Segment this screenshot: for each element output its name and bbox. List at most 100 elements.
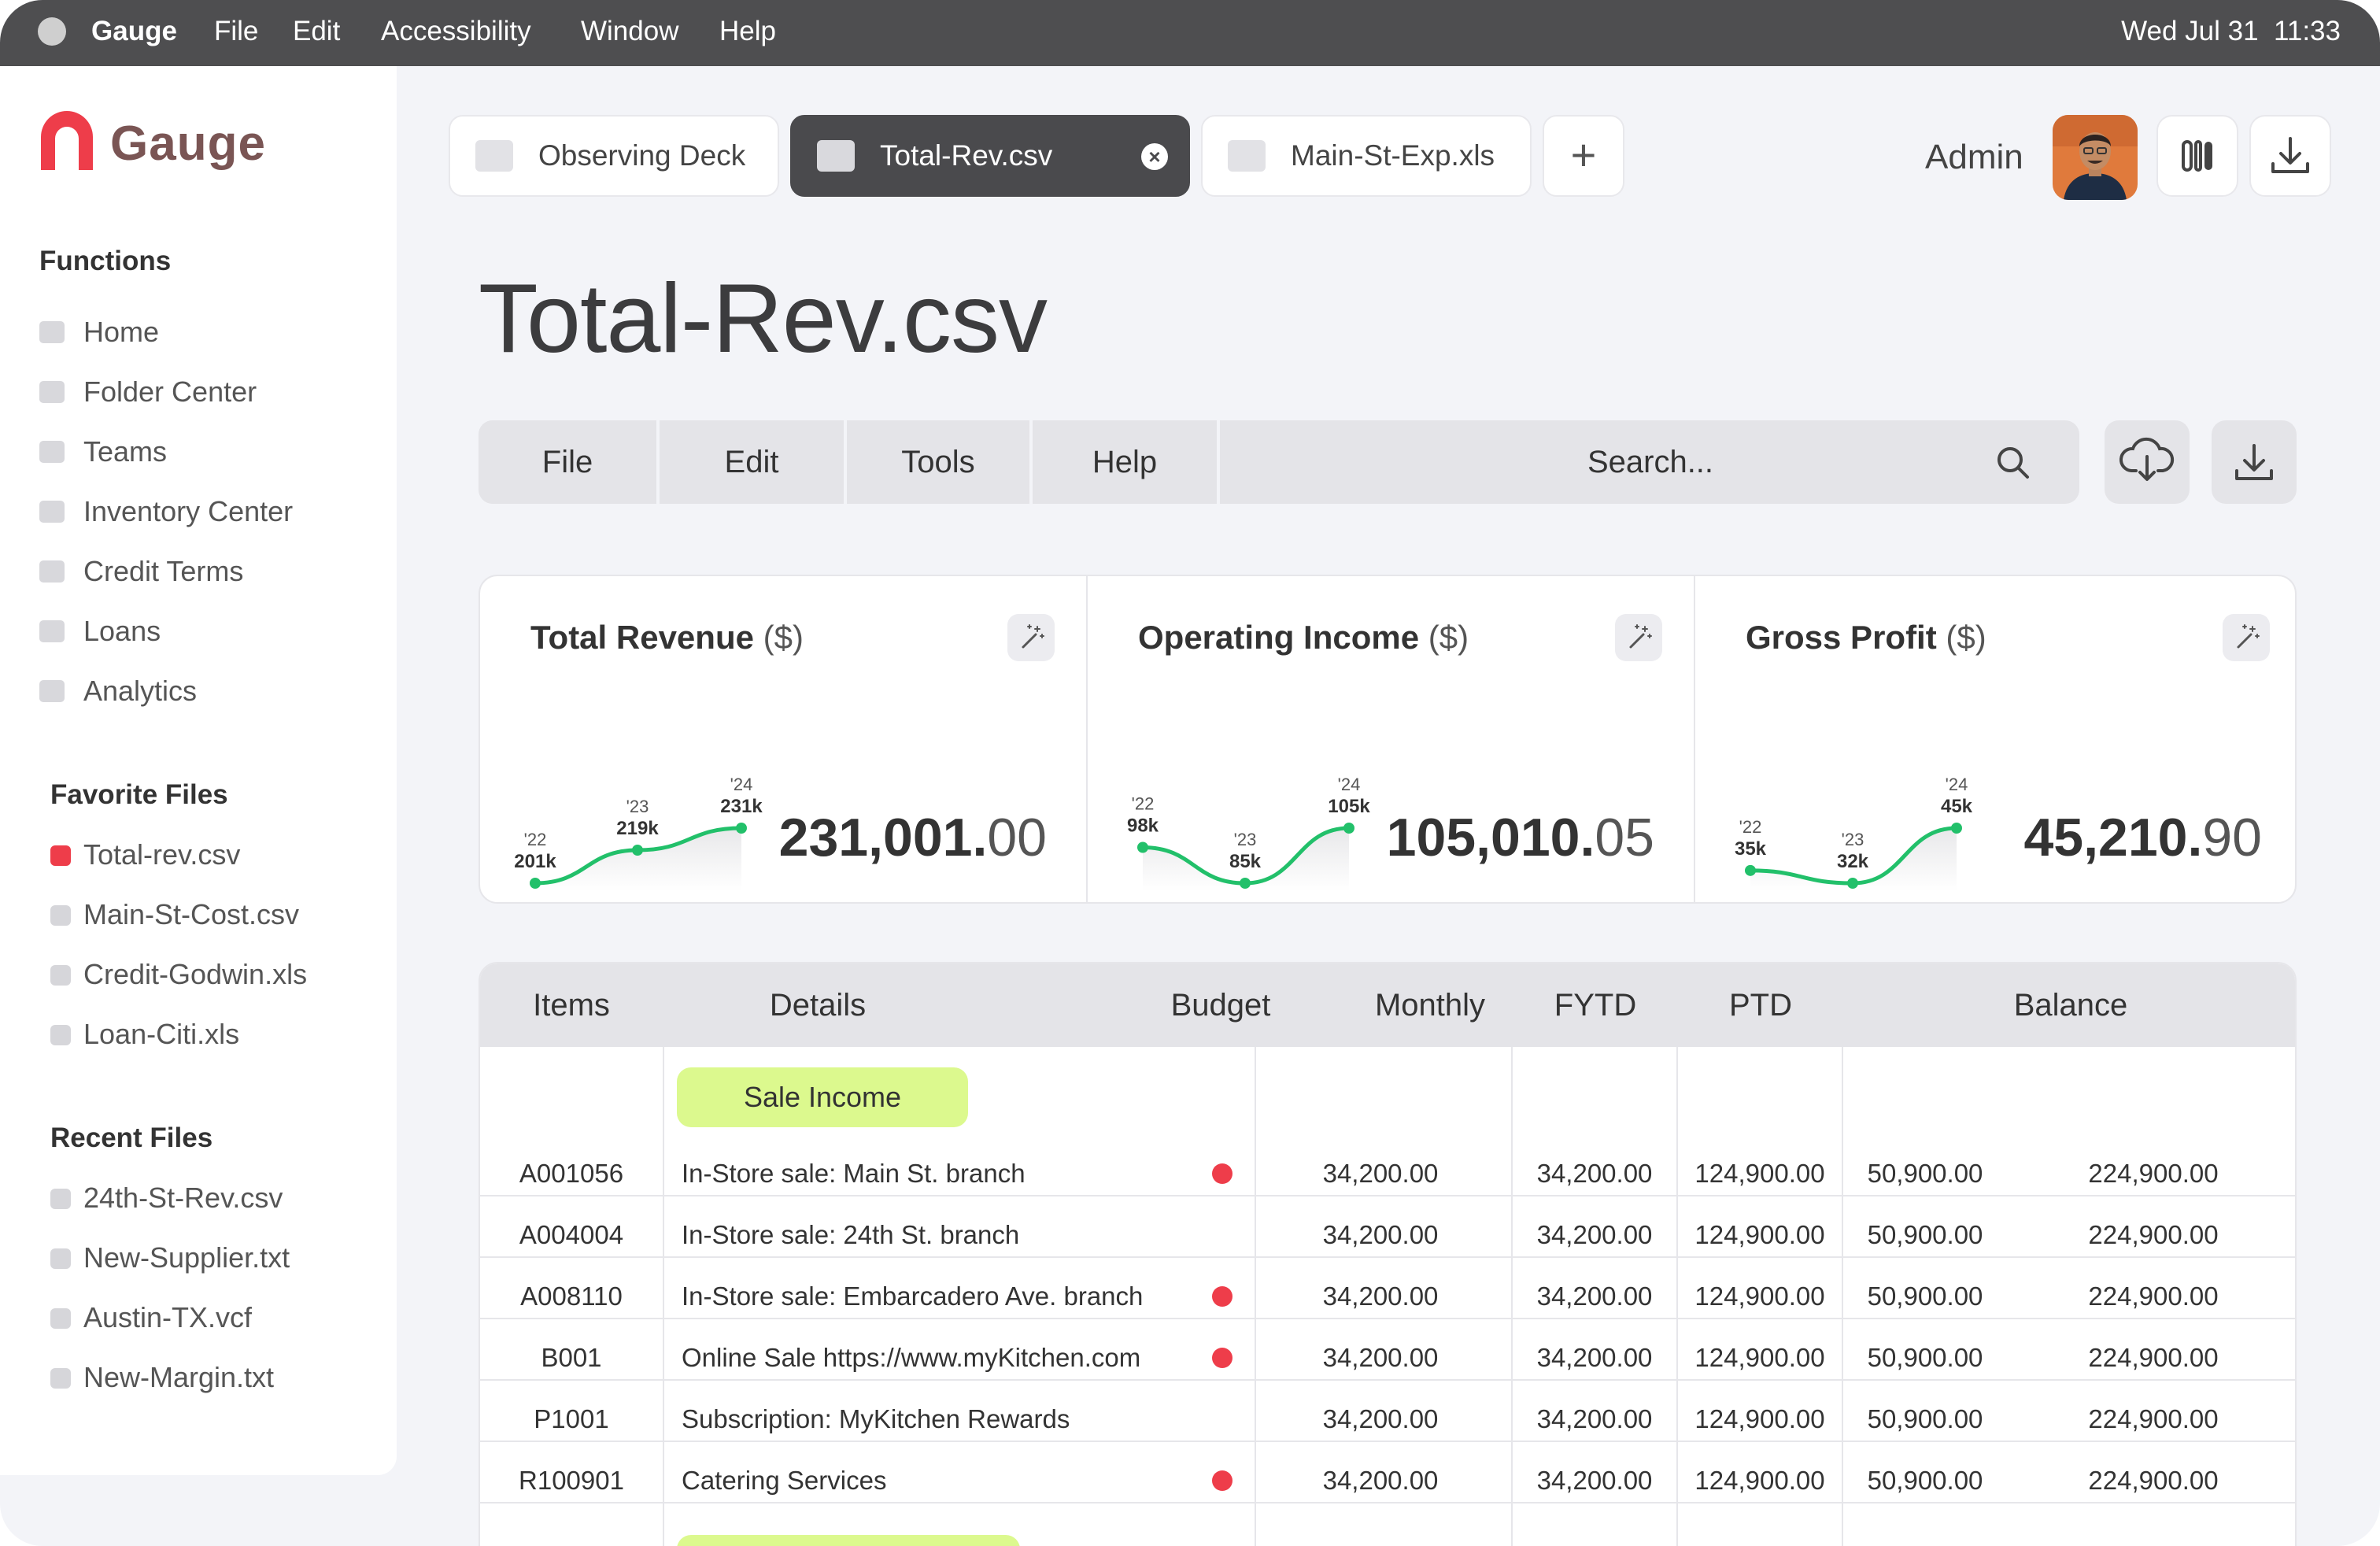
download-button[interactable] <box>2249 115 2331 197</box>
apple-menu-icon[interactable] <box>38 17 66 46</box>
card-title: Gross Profit ($) <box>1746 619 1986 656</box>
add-tab-button[interactable]: + <box>1543 115 1624 197</box>
group-tag[interactable] <box>677 1535 1020 1546</box>
file-label: Austin-TX.vcf <box>83 1301 253 1333</box>
file-label: Main-St-Cost.csv <box>83 898 300 930</box>
table-header: Items Details Budget Monthly FYTD PTD Ba… <box>480 963 2295 1047</box>
menu-clock[interactable]: Wed Jul 31 11:33 <box>2121 14 2341 49</box>
column-header-ptd[interactable]: PTD <box>1678 963 1843 1047</box>
card-value-dec: 00 <box>987 808 1047 867</box>
card-value-int: 105,010. <box>1386 808 1595 867</box>
row-divider <box>480 1318 2295 1319</box>
cell-balance: 224,900.00 <box>2088 1404 2219 1433</box>
cell-balance: 224,900.00 <box>2088 1466 2219 1495</box>
credit-icon <box>39 560 65 583</box>
cloud-sync-button[interactable] <box>2105 420 2190 504</box>
sparkline-chart: '22 201k '23 219k '24 231k <box>514 775 763 891</box>
cell-monthly: 34,200.00 <box>1536 1220 1653 1249</box>
column-header-monthly[interactable]: Monthly <box>1347 963 1513 1047</box>
sparkline-point <box>1951 823 1962 834</box>
magic-wand-button[interactable] <box>1007 614 1055 661</box>
folder-icon <box>39 381 65 403</box>
user-name: Admin <box>1925 138 2023 176</box>
sparkline-point <box>736 823 747 834</box>
app-window: Gauge File Edit Accessibility Window Hel… <box>0 0 2380 1546</box>
row-divider <box>480 1256 2295 1258</box>
card-unit: ($) <box>763 619 804 656</box>
card-title-text: Operating Income <box>1138 619 1420 656</box>
toolbar-help[interactable]: Help <box>1033 420 1217 504</box>
column-header-details[interactable]: Details <box>663 963 973 1047</box>
document-icon <box>475 140 513 172</box>
row-divider <box>480 1441 2295 1442</box>
sparkline-value-label: 98k <box>1127 816 1159 837</box>
tab-label: Total-Rev.csv <box>880 139 1053 172</box>
status-flag-dot <box>1212 1470 1232 1491</box>
cell-ptd: 50,900.00 <box>1867 1220 1983 1249</box>
menu-app-name[interactable]: Gauge <box>91 14 177 49</box>
sidebar-item-label: Loans <box>83 615 161 647</box>
sparkline-year-label: '23 <box>1842 830 1864 849</box>
status-flag-dot <box>1212 1348 1232 1368</box>
menu-edit[interactable]: Edit <box>293 14 340 49</box>
cell-details: Online Sale https://www.myKitchen.com <box>682 1343 1141 1372</box>
tab-observing-deck[interactable]: Observing Deck <box>449 115 779 197</box>
cell-item: A004004 <box>519 1220 624 1249</box>
file-label: Total-rev.csv <box>83 838 241 871</box>
cell-fytd: 124,900.00 <box>1694 1282 1825 1311</box>
export-button[interactable] <box>2212 420 2297 504</box>
sparkline-value-label: 35k <box>1735 838 1767 860</box>
toolbar-edit[interactable]: Edit <box>660 420 844 504</box>
sparkline-value-label: 32k <box>1837 851 1869 872</box>
analytics-icon <box>39 680 65 702</box>
data-table: Items Details Budget Monthly FYTD PTD Ba… <box>479 962 2297 1546</box>
sparkline-point <box>530 878 541 889</box>
cell-monthly: 34,200.00 <box>1536 1159 1653 1188</box>
cell-item: B001 <box>541 1343 602 1372</box>
sidebar: Gauge Functions Home Folder Center Teams… <box>0 66 397 1475</box>
menu-file[interactable]: File <box>214 14 258 49</box>
sparkline-point <box>1137 841 1148 853</box>
cell-details: Subscription: MyKitchen Rewards <box>682 1404 1070 1433</box>
sparkline-value-label: 105k <box>1328 796 1370 817</box>
tab-main-st-exp[interactable]: Main-St-Exp.xls <box>1201 115 1532 197</box>
menu-window[interactable]: Window <box>581 14 678 49</box>
cell-ptd: 50,900.00 <box>1867 1159 1983 1188</box>
teams-icon <box>39 441 65 463</box>
column-divider <box>663 1047 664 1546</box>
row-divider <box>480 1502 2295 1503</box>
columns-icon <box>2182 140 2212 172</box>
cell-monthly: 34,200.00 <box>1536 1343 1653 1372</box>
row-divider <box>480 1379 2295 1381</box>
toolbar-file[interactable]: File <box>479 420 656 504</box>
tab-total-rev[interactable]: Total-Rev.csv × <box>790 115 1190 197</box>
card-value-dec: 05 <box>1595 808 1654 867</box>
cell-fytd: 124,900.00 <box>1694 1220 1825 1249</box>
column-header-balance[interactable]: Balance <box>1843 963 2295 1047</box>
column-header-items[interactable]: Items <box>480 963 663 1047</box>
column-header-budget[interactable]: Budget <box>1094 963 1347 1047</box>
magic-wand-icon <box>2237 624 2260 649</box>
column-header-fytd[interactable]: FYTD <box>1513 963 1678 1047</box>
magic-wand-button[interactable] <box>1615 614 1662 661</box>
search-icon[interactable] <box>1994 444 2032 482</box>
menu-help[interactable]: Help <box>719 14 776 49</box>
download-icon <box>2235 444 2273 480</box>
cell-fytd: 124,900.00 <box>1694 1159 1825 1188</box>
magic-wand-button[interactable] <box>2223 614 2270 661</box>
sparkline-value-label: 231k <box>720 796 763 817</box>
close-tab-icon[interactable]: × <box>1141 143 1168 170</box>
card-gross-profit: Gross Profit ($) '22 35k '23 32k '24 45k 45,2… <box>1695 576 2301 902</box>
clock-date: Wed Jul 31 <box>2121 16 2259 46</box>
toolbar-tools[interactable]: Tools <box>847 420 1029 504</box>
sidebar-item-label: Folder Center <box>83 375 257 408</box>
menu-accessibility[interactable]: Accessibility <box>381 14 531 49</box>
cell-budget: 34,200.00 <box>1322 1404 1439 1433</box>
recent-files-title: Recent Files <box>50 1123 213 1153</box>
avatar[interactable] <box>2053 115 2138 200</box>
panel-toggle-button[interactable] <box>2156 115 2238 197</box>
menu-bar: Gauge File Edit Accessibility Window Hel… <box>0 0 2380 66</box>
cloud-download-icon <box>2119 437 2175 481</box>
search-input[interactable]: Search... <box>1221 420 2079 504</box>
group-tag-sale-income[interactable]: Sale Income <box>677 1067 968 1127</box>
